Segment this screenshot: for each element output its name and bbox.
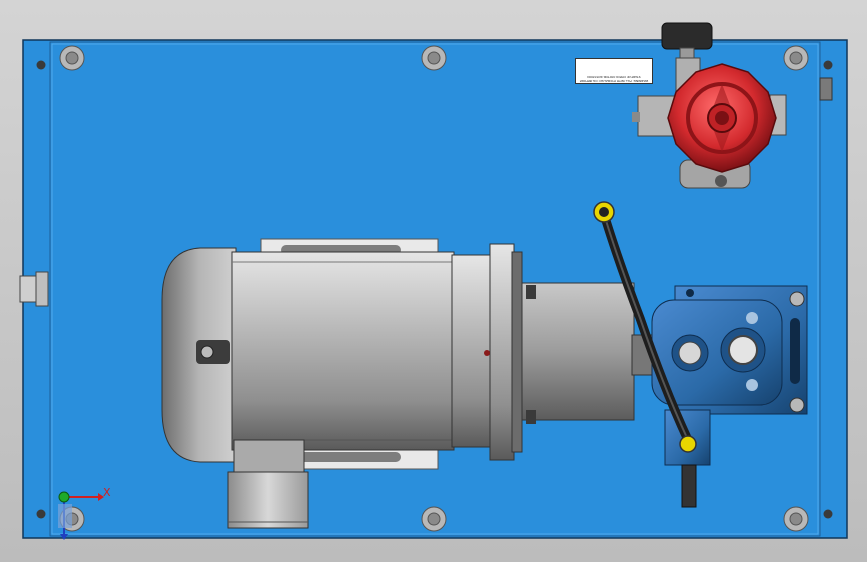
warning-label-plate: WARNING: FILL WITH HYDRAULIC OIL BEFORE … [575,58,653,84]
electric-motor [231,243,523,461]
edge-block [819,77,833,101]
cad-viewport[interactable]: WARNING: FILL WITH HYDRAULIC OIL BEFORE … [0,0,867,562]
motor-end-cap [161,247,237,463]
side-port-fitting [19,271,49,307]
x-axis-label: X [103,486,111,499]
terminal-box [227,439,309,529]
coupling-housing [521,282,635,424]
hydraulic-unit-drawing [19,22,848,540]
